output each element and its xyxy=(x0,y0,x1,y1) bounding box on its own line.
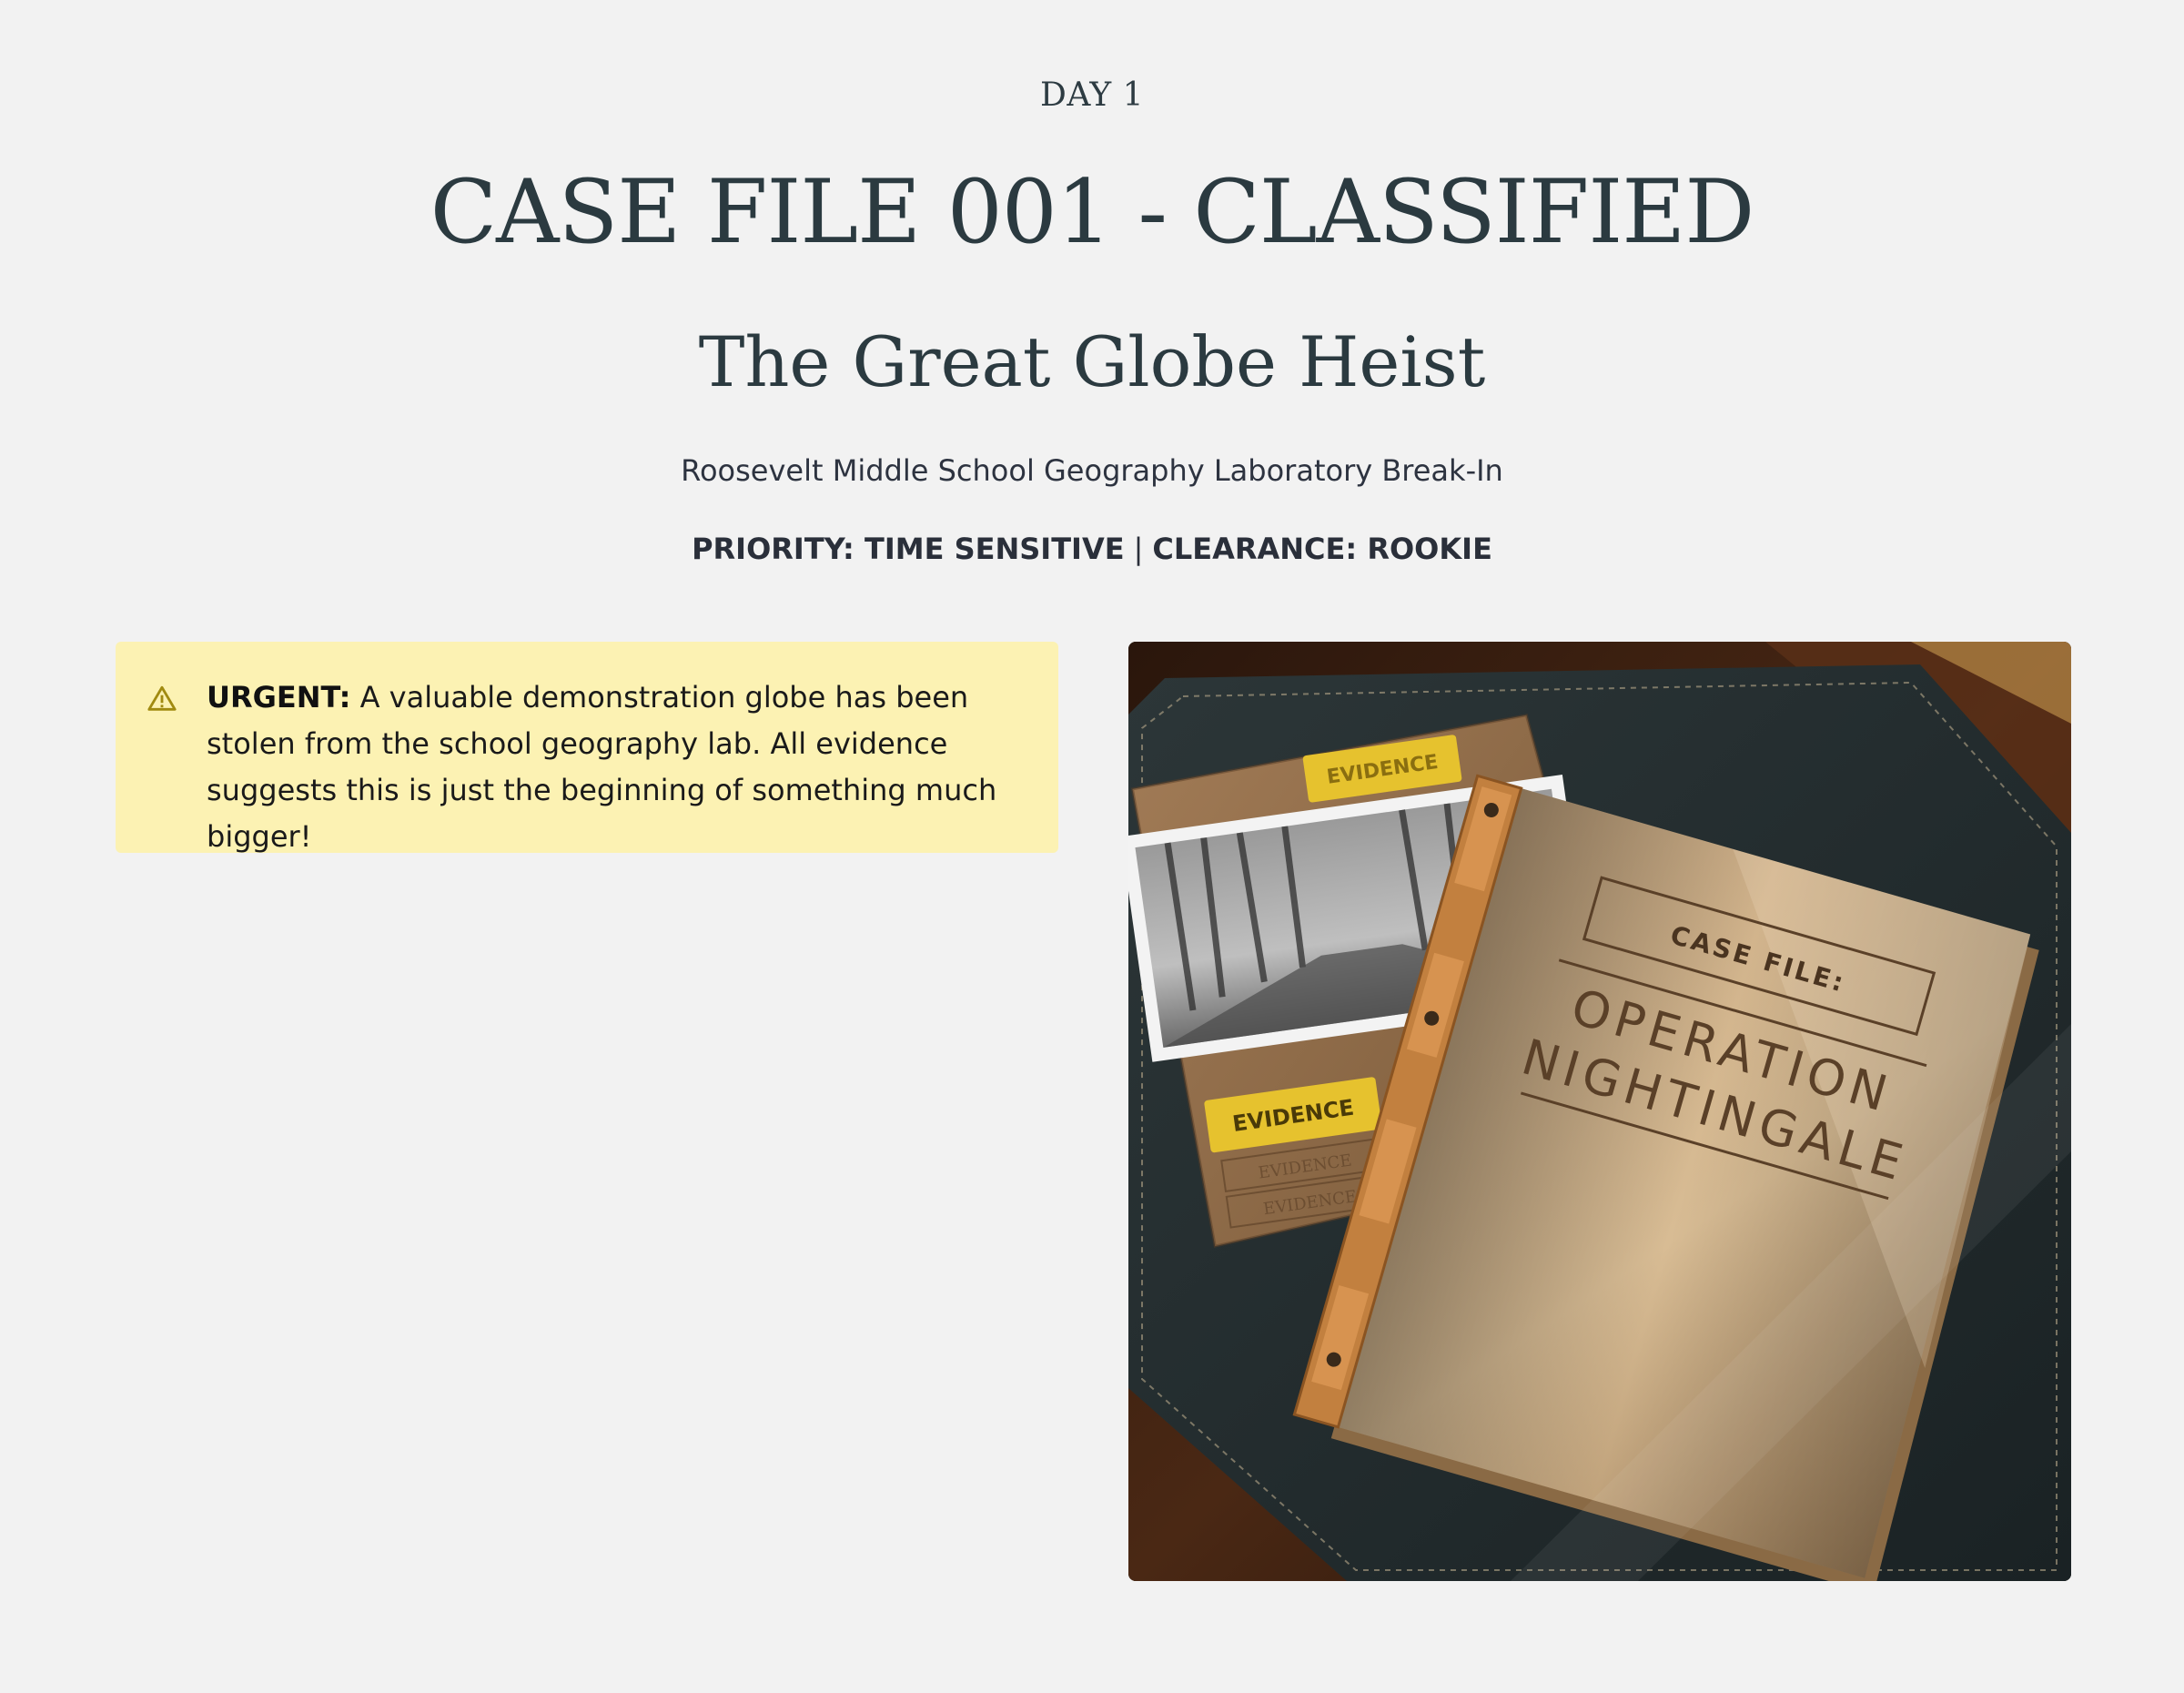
clearance-label: CLEARANCE: ROOKIE xyxy=(1152,532,1492,566)
priority-clearance-line: PRIORITY: TIME SENSITIVE | CLEARANCE: ROOK… xyxy=(0,532,2184,566)
case-file-photo: EVIDENCE EVIDENCE EVIDENCE EVIDENCE CASE… xyxy=(1128,642,2071,1581)
priority-label: PRIORITY: TIME SENSITIVE xyxy=(692,532,1125,566)
case-subtitle: The Great Globe Heist xyxy=(698,321,1486,402)
urgent-alert: URGENT: A valuable demonstration globe h… xyxy=(116,642,1058,854)
warning-icon xyxy=(147,685,177,711)
case-location: Roosevelt Middle School Geography Labora… xyxy=(681,453,1503,488)
separator: | xyxy=(1133,532,1144,566)
page-title: CASE FILE 001 - CLASSIFIED xyxy=(430,161,1755,263)
case-file-illustration: EVIDENCE EVIDENCE EVIDENCE EVIDENCE CASE… xyxy=(1128,642,2071,1581)
day-label: DAY 1 xyxy=(1039,76,1144,114)
alert-label: URGENT: xyxy=(207,680,351,715)
